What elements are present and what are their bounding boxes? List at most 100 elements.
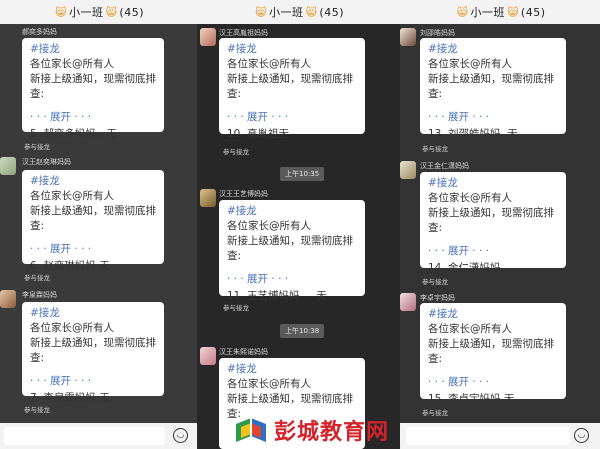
join-solitaire-link[interactable]: 参与接龙 [422, 276, 448, 286]
solitaire-message-bubble[interactable]: #接龙 各位家长@所有人 新接上级通知，现需彻底排查: · · · 展开 · ·… [22, 170, 164, 272]
cat-emoji-icon: 😸 [506, 5, 519, 19]
join-solitaire-link[interactable]: 参与接龙 [24, 141, 50, 151]
chat-title-bar: 😸 小一班 😸 (45) [197, 0, 400, 24]
solitaire-tag[interactable]: #接龙 [227, 204, 357, 219]
input-bar: ◡ [400, 423, 600, 449]
solitaire-tag[interactable]: #接龙 [30, 174, 156, 189]
solitaire-message-bubble[interactable]: #接龙 各位家长@所有人 新接上级通知，现需彻底排查: · · · 展开 · ·… [22, 38, 164, 140]
message-line: 各位家长@所有人 [227, 220, 311, 232]
expand-link[interactable]: · · · 展开 · · · [227, 272, 357, 287]
sender-name: 李卓宇妈妈 [420, 294, 455, 302]
message-line: 新接上级通知，现需彻底排查: [428, 338, 554, 365]
member-count: (45) [520, 5, 546, 19]
expand-link[interactable]: · · · 展开 · · · [30, 374, 156, 389]
site-watermark: 彭城教育网 [232, 414, 389, 446]
join-solitaire-link[interactable]: 参与接龙 [223, 302, 249, 312]
solitaire-tag[interactable]: #接龙 [428, 42, 558, 57]
expand-link[interactable]: · · · 展开 · · · [428, 110, 558, 125]
solitaire-entry: 5. 郝奕多妈妈，无 [30, 128, 117, 140]
expand-link[interactable]: · · · 展开 · · · [428, 244, 558, 259]
sender-name: 汉王高胤祖妈妈 [219, 29, 268, 37]
chat-panel-2: 😸 小一班 😸 (45) 汉王高胤祖妈妈 #接龙 各位家长@所有人 新接上级通知… [197, 0, 400, 449]
sender-name: 汉王朱熙诺妈妈 [219, 348, 268, 356]
book-logo-icon [236, 418, 266, 442]
solitaire-entry: 15. 李卓宇妈妈 无 [428, 393, 515, 405]
expand-link[interactable]: · · · 展开 · · · [30, 242, 156, 257]
message-line: 各位家长@所有人 [428, 323, 512, 335]
chat-title-bar: 😸 小一班 😸 (45) [0, 0, 197, 24]
sender-name: 汉王赵奕琳妈妈 [22, 158, 71, 166]
message-line: 各位家长@所有人 [30, 322, 114, 334]
solitaire-tag[interactable]: #接龙 [30, 42, 156, 57]
message-timestamp: 上午10:35 [280, 167, 325, 181]
join-solitaire-link[interactable]: 参与接龙 [223, 146, 249, 156]
message-input[interactable] [4, 427, 165, 445]
message-timestamp: 上午10:38 [280, 324, 325, 338]
solitaire-tag[interactable]: #接龙 [227, 362, 357, 377]
message-line: 新接上级通知，现需彻底排查: [227, 73, 353, 100]
message-line: 新接上级通知，现需彻底排查: [428, 207, 554, 234]
avatar[interactable] [200, 347, 216, 365]
avatar[interactable] [0, 290, 16, 308]
solitaire-tag[interactable]: #接龙 [428, 176, 558, 191]
solitaire-message-bubble[interactable]: #接龙 各位家长@所有人 新接上级通知，现需彻底排查: · · · 展开 · ·… [420, 303, 566, 405]
avatar[interactable] [400, 161, 416, 179]
avatar[interactable] [0, 157, 16, 175]
message-line: 各位家长@所有人 [428, 58, 512, 70]
group-name: 小一班 [68, 6, 104, 19]
group-name: 小一班 [268, 6, 304, 19]
watermark-text: 彭城教育网 [274, 420, 390, 445]
sender-name: 汉王金仁潇妈妈 [420, 162, 469, 170]
emoji-icon[interactable]: ◡ [173, 428, 188, 443]
cat-emoji-icon: 😸 [456, 5, 469, 19]
join-solitaire-link[interactable]: 参与接龙 [24, 404, 50, 414]
message-line: 各位家长@所有人 [227, 58, 311, 70]
message-line: 新接上级通知，现需彻底排查: [30, 337, 156, 364]
avatar[interactable] [200, 189, 216, 207]
message-line: 新接上级通知，现需彻底排查: [30, 205, 156, 232]
cat-emoji-icon: 😸 [254, 5, 267, 19]
cat-emoji-icon: 😸 [305, 5, 318, 19]
solitaire-entry: 10. 高胤祖无 [227, 128, 290, 140]
chat-panel-1: 😸 小一班 😸 (45) 郝奕多妈妈 #接龙 各位家长@所有人 新接上级通知，现… [0, 0, 197, 449]
cat-emoji-icon: 😸 [105, 5, 118, 19]
sender-name: 刘邵皓妈妈 [420, 29, 455, 37]
solitaire-tag[interactable]: #接龙 [227, 42, 357, 57]
sender-name: 李泉霖妈妈 [22, 291, 57, 299]
solitaire-entry: 13. 刘邵皓妈妈 无 [428, 128, 518, 140]
avatar[interactable] [400, 28, 416, 46]
input-bar: ◡ [0, 423, 197, 449]
solitaire-entry: 14. 金仁潇妈妈 [428, 262, 501, 274]
message-line: 新接上级通知，现需彻底排查: [428, 73, 554, 100]
member-count: (45) [119, 5, 145, 19]
emoji-icon[interactable]: ◡ [574, 428, 589, 443]
expand-link[interactable]: · · · 展开 · · · [428, 375, 558, 390]
solitaire-message-bubble[interactable]: #接龙 各位家长@所有人 新接上级通知，现需彻底排查: · · · 展开 · ·… [219, 38, 365, 140]
cat-emoji-icon: 😸 [54, 5, 67, 19]
solitaire-message-bubble[interactable]: #接龙 各位家长@所有人 新接上级通知，现需彻底排查: · · · 展开 · ·… [22, 302, 164, 404]
join-solitaire-link[interactable]: 参与接龙 [422, 143, 448, 153]
avatar[interactable] [400, 293, 416, 311]
message-line: 新接上级通知，现需彻底排查: [227, 235, 353, 262]
message-line: 各位家长@所有人 [227, 378, 311, 390]
avatar[interactable] [200, 28, 216, 46]
message-line: 新接上级通知，现需彻底排查: [30, 73, 156, 100]
expand-link[interactable]: · · · 展开 · · · [30, 110, 156, 125]
chat-panel-3: 😸 小一班 😸 (45) 刘邵皓妈妈 #接龙 各位家长@所有人 新接上级通知，现… [400, 0, 600, 449]
solitaire-tag[interactable]: #接龙 [428, 307, 558, 322]
solitaire-message-bubble[interactable]: #接龙 各位家长@所有人 新接上级通知，现需彻底排查: · · · 展开 · ·… [420, 172, 566, 274]
join-solitaire-link[interactable]: 参与接龙 [24, 272, 50, 282]
message-line: 各位家长@所有人 [428, 192, 512, 204]
solitaire-message-bubble[interactable]: #接龙 各位家长@所有人 新接上级通知，现需彻底排查: · · · 展开 · ·… [420, 38, 566, 140]
solitaire-message-bubble[interactable]: #接龙 各位家长@所有人 新接上级通知，现需彻底排查: · · · 展开 · ·… [219, 200, 365, 302]
member-count: (45) [319, 5, 345, 19]
sender-name: 汉王王艺博妈妈 [219, 190, 268, 198]
expand-link[interactable]: · · · 展开 · · · [227, 110, 357, 125]
chat-title-bar: 😸 小一班 😸 (45) [400, 0, 600, 24]
message-input[interactable] [406, 427, 570, 445]
solitaire-tag[interactable]: #接龙 [30, 306, 156, 321]
message-line: 各位家长@所有人 [30, 190, 114, 202]
group-name: 小一班 [470, 6, 505, 19]
message-line: 各位家长@所有人 [30, 58, 114, 70]
join-solitaire-link[interactable]: 参与接龙 [422, 407, 448, 417]
